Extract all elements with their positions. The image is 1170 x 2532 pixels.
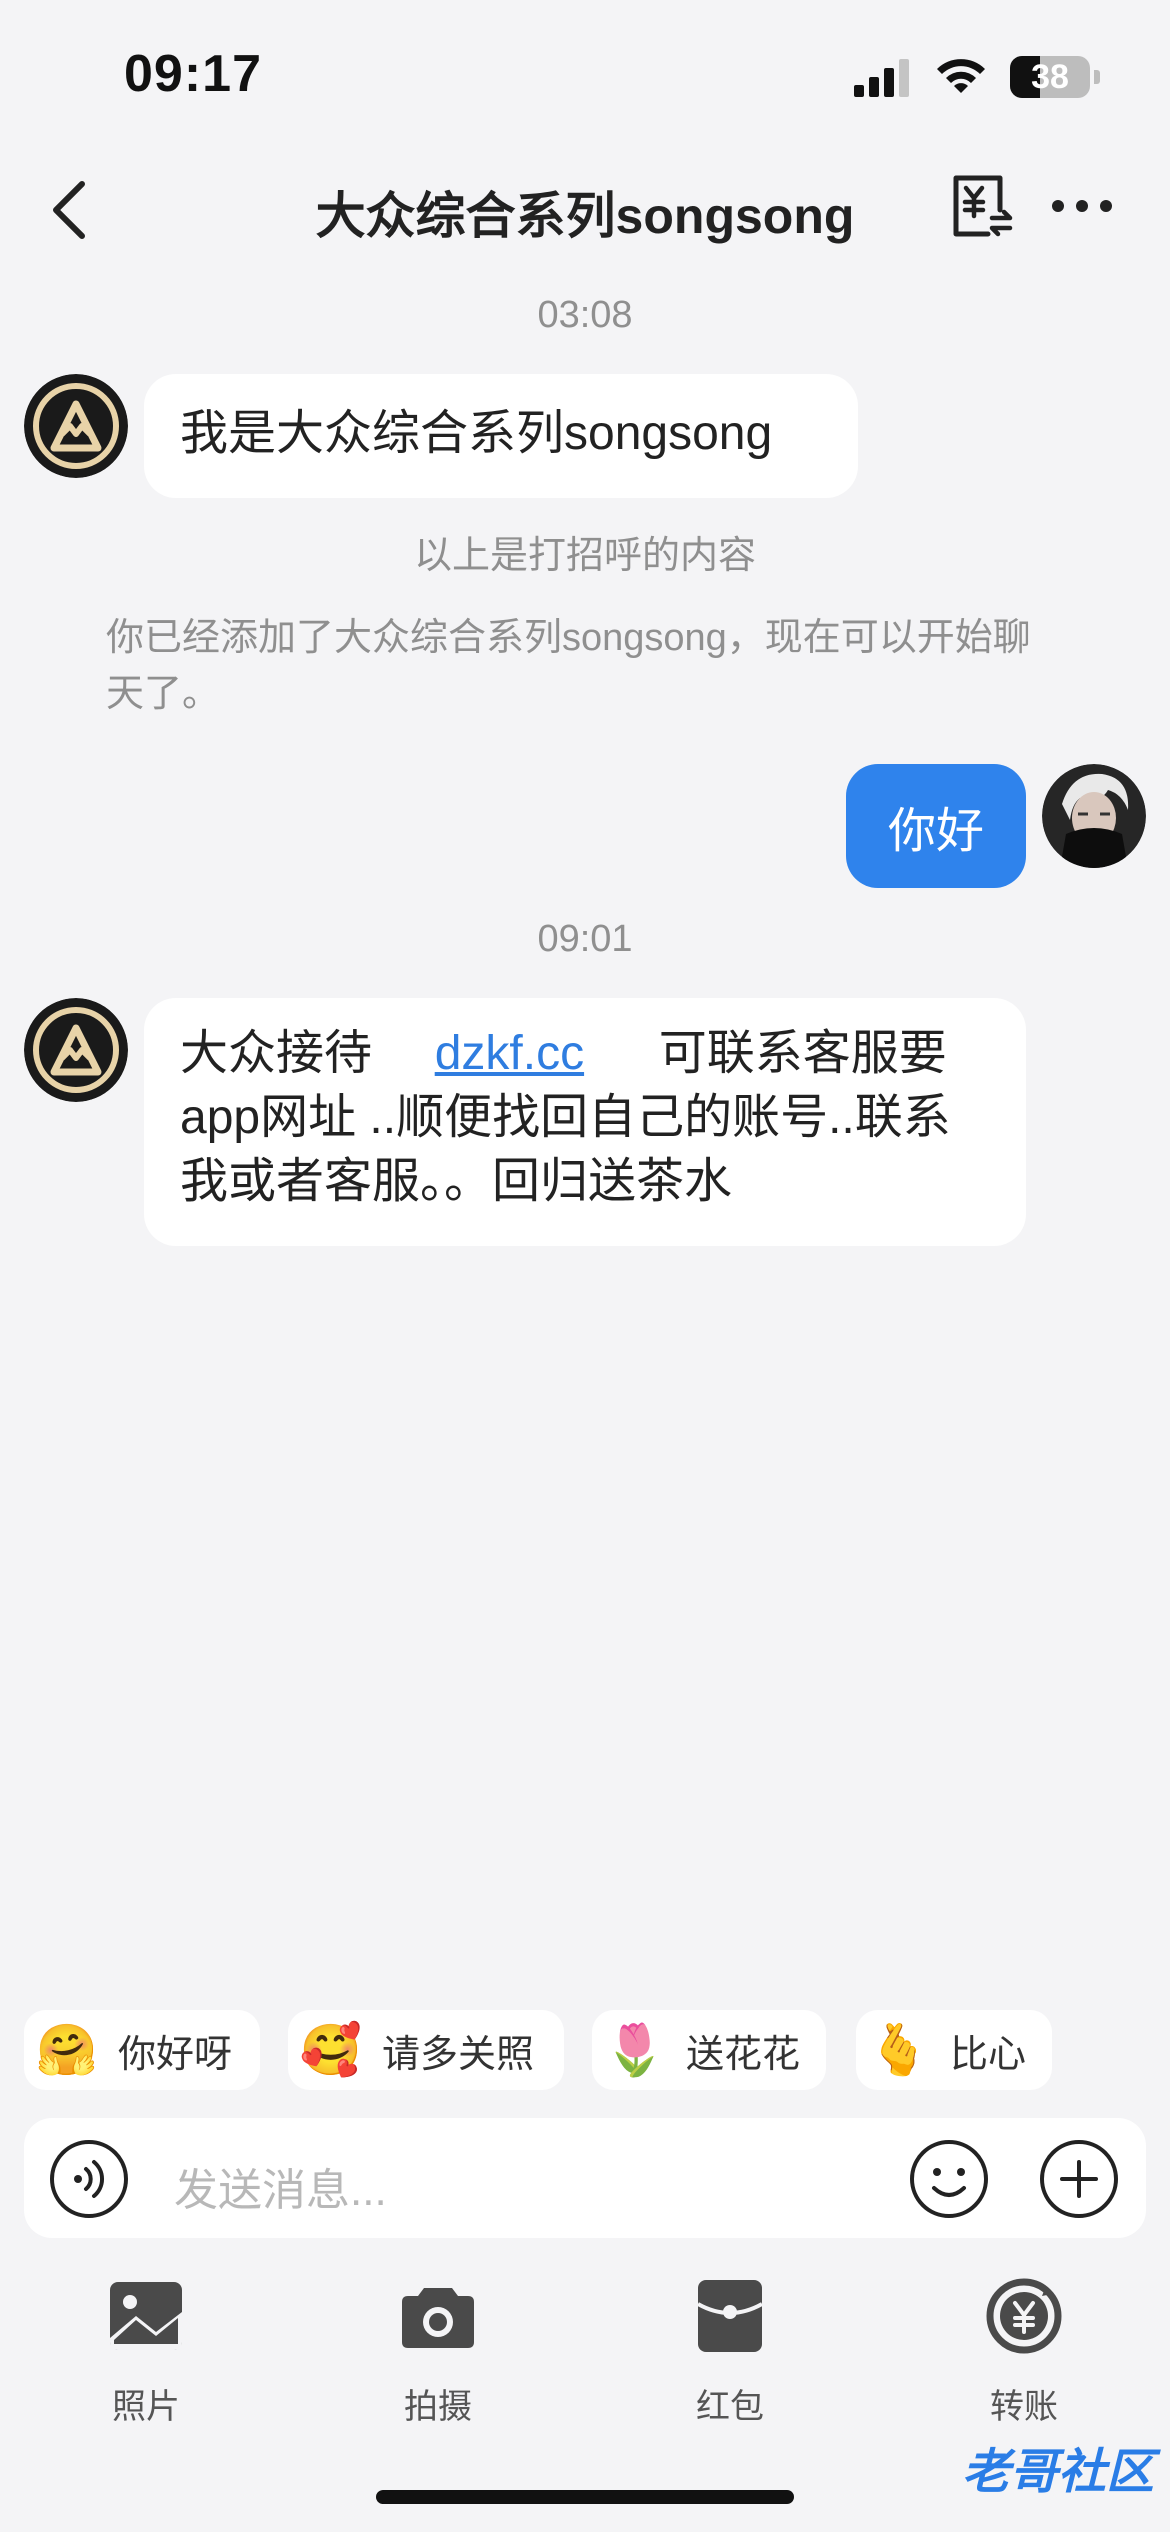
back-arrow-icon[interactable] [40, 178, 100, 242]
hugging-face-hearts-icon: 🥰 [299, 2022, 363, 2078]
transfer-yuan-icon [986, 2278, 1062, 2354]
message-text: 大众接待 [180, 1027, 373, 1080]
action-red-packet[interactable]: 红包 [660, 2278, 800, 2428]
quick-reply-finger-heart[interactable]: 🫰 比心 [856, 2010, 1052, 2090]
message-bubble-outgoing: 你好 [846, 764, 1026, 888]
message-link[interactable]: dzkf.cc [435, 1027, 584, 1080]
emoji-icon[interactable] [908, 2138, 990, 2220]
greeting-note: 以上是打招呼的内容 [413, 535, 756, 577]
flower-hand-icon: 🌷 [603, 2022, 667, 2078]
action-label: 转账 [990, 2388, 1058, 2426]
action-photo[interactable]: 照片 [76, 2278, 216, 2428]
action-label: 照片 [112, 2388, 180, 2426]
contact-avatar[interactable] [24, 374, 128, 478]
message-text: 你好 [887, 805, 984, 858]
message-input-bar: 发送消息... [24, 2118, 1146, 2238]
translate-currency-icon[interactable] [948, 170, 1016, 242]
voice-input-icon[interactable] [48, 2138, 130, 2220]
more-options-icon[interactable] [1050, 182, 1114, 230]
watermark-logo: 老哥社区 [961, 2446, 1154, 2499]
wifi-icon [937, 59, 985, 93]
quick-reply-label: 你好呀 [118, 2033, 233, 2076]
action-label: 红包 [696, 2388, 764, 2426]
user-avatar-image [1042, 764, 1146, 868]
quick-reply-please-take-care[interactable]: 🥰 请多关照 [288, 2010, 564, 2090]
message-bubble-incoming: 大众接待 dzkf.cc 可联系客服要app网址 ..顺便找回自己的账号..联系… [144, 998, 1026, 1246]
add-more-icon[interactable] [1038, 2138, 1120, 2220]
contact-logo-icon [24, 998, 128, 1102]
message-timestamp: 03:08 [537, 294, 633, 336]
added-contact-notice: 你已经添加了大众综合系列songsong，现在可以开始聊天了。 [106, 617, 1031, 715]
my-avatar[interactable] [1042, 764, 1146, 868]
message-input[interactable]: 发送消息... [174, 2154, 387, 2218]
camera-icon [402, 2288, 474, 2348]
message-text: 我是大众综合系列songsong [180, 407, 773, 460]
battery-level: 38 [1031, 57, 1069, 96]
photo-icon [110, 2282, 182, 2350]
message-timestamp: 09:01 [537, 918, 633, 960]
contact-logo-icon [24, 374, 128, 478]
quick-reply-label: 请多关照 [382, 2033, 535, 2076]
action-transfer[interactable]: 转账 [954, 2278, 1094, 2428]
finger-heart-icon: 🫰 [867, 2022, 931, 2078]
status-time: 09:17 [124, 45, 262, 103]
home-indicator[interactable] [376, 2490, 794, 2504]
action-label: 拍摄 [404, 2388, 472, 2426]
red-packet-icon [697, 2280, 763, 2352]
battery-indicator: 38 [1010, 56, 1100, 98]
cellular-signal-icon [854, 59, 909, 97]
action-camera[interactable]: 拍摄 [368, 2278, 508, 2428]
quick-reply-label: 比心 [950, 2033, 1027, 2076]
quick-reply-label: 送花花 [686, 2033, 801, 2076]
message-bubble-incoming: 我是大众综合系列songsong [144, 374, 858, 498]
chat-header: 大众综合系列songsong [0, 150, 1170, 270]
status-icons: 38 [854, 56, 1100, 98]
quick-reply-send-flowers[interactable]: 🌷 送花花 [592, 2010, 826, 2090]
smiling-face-icon: 🤗 [35, 2022, 99, 2078]
quick-reply-hello[interactable]: 🤗 你好呀 [24, 2010, 260, 2090]
contact-avatar[interactable] [24, 998, 128, 1102]
